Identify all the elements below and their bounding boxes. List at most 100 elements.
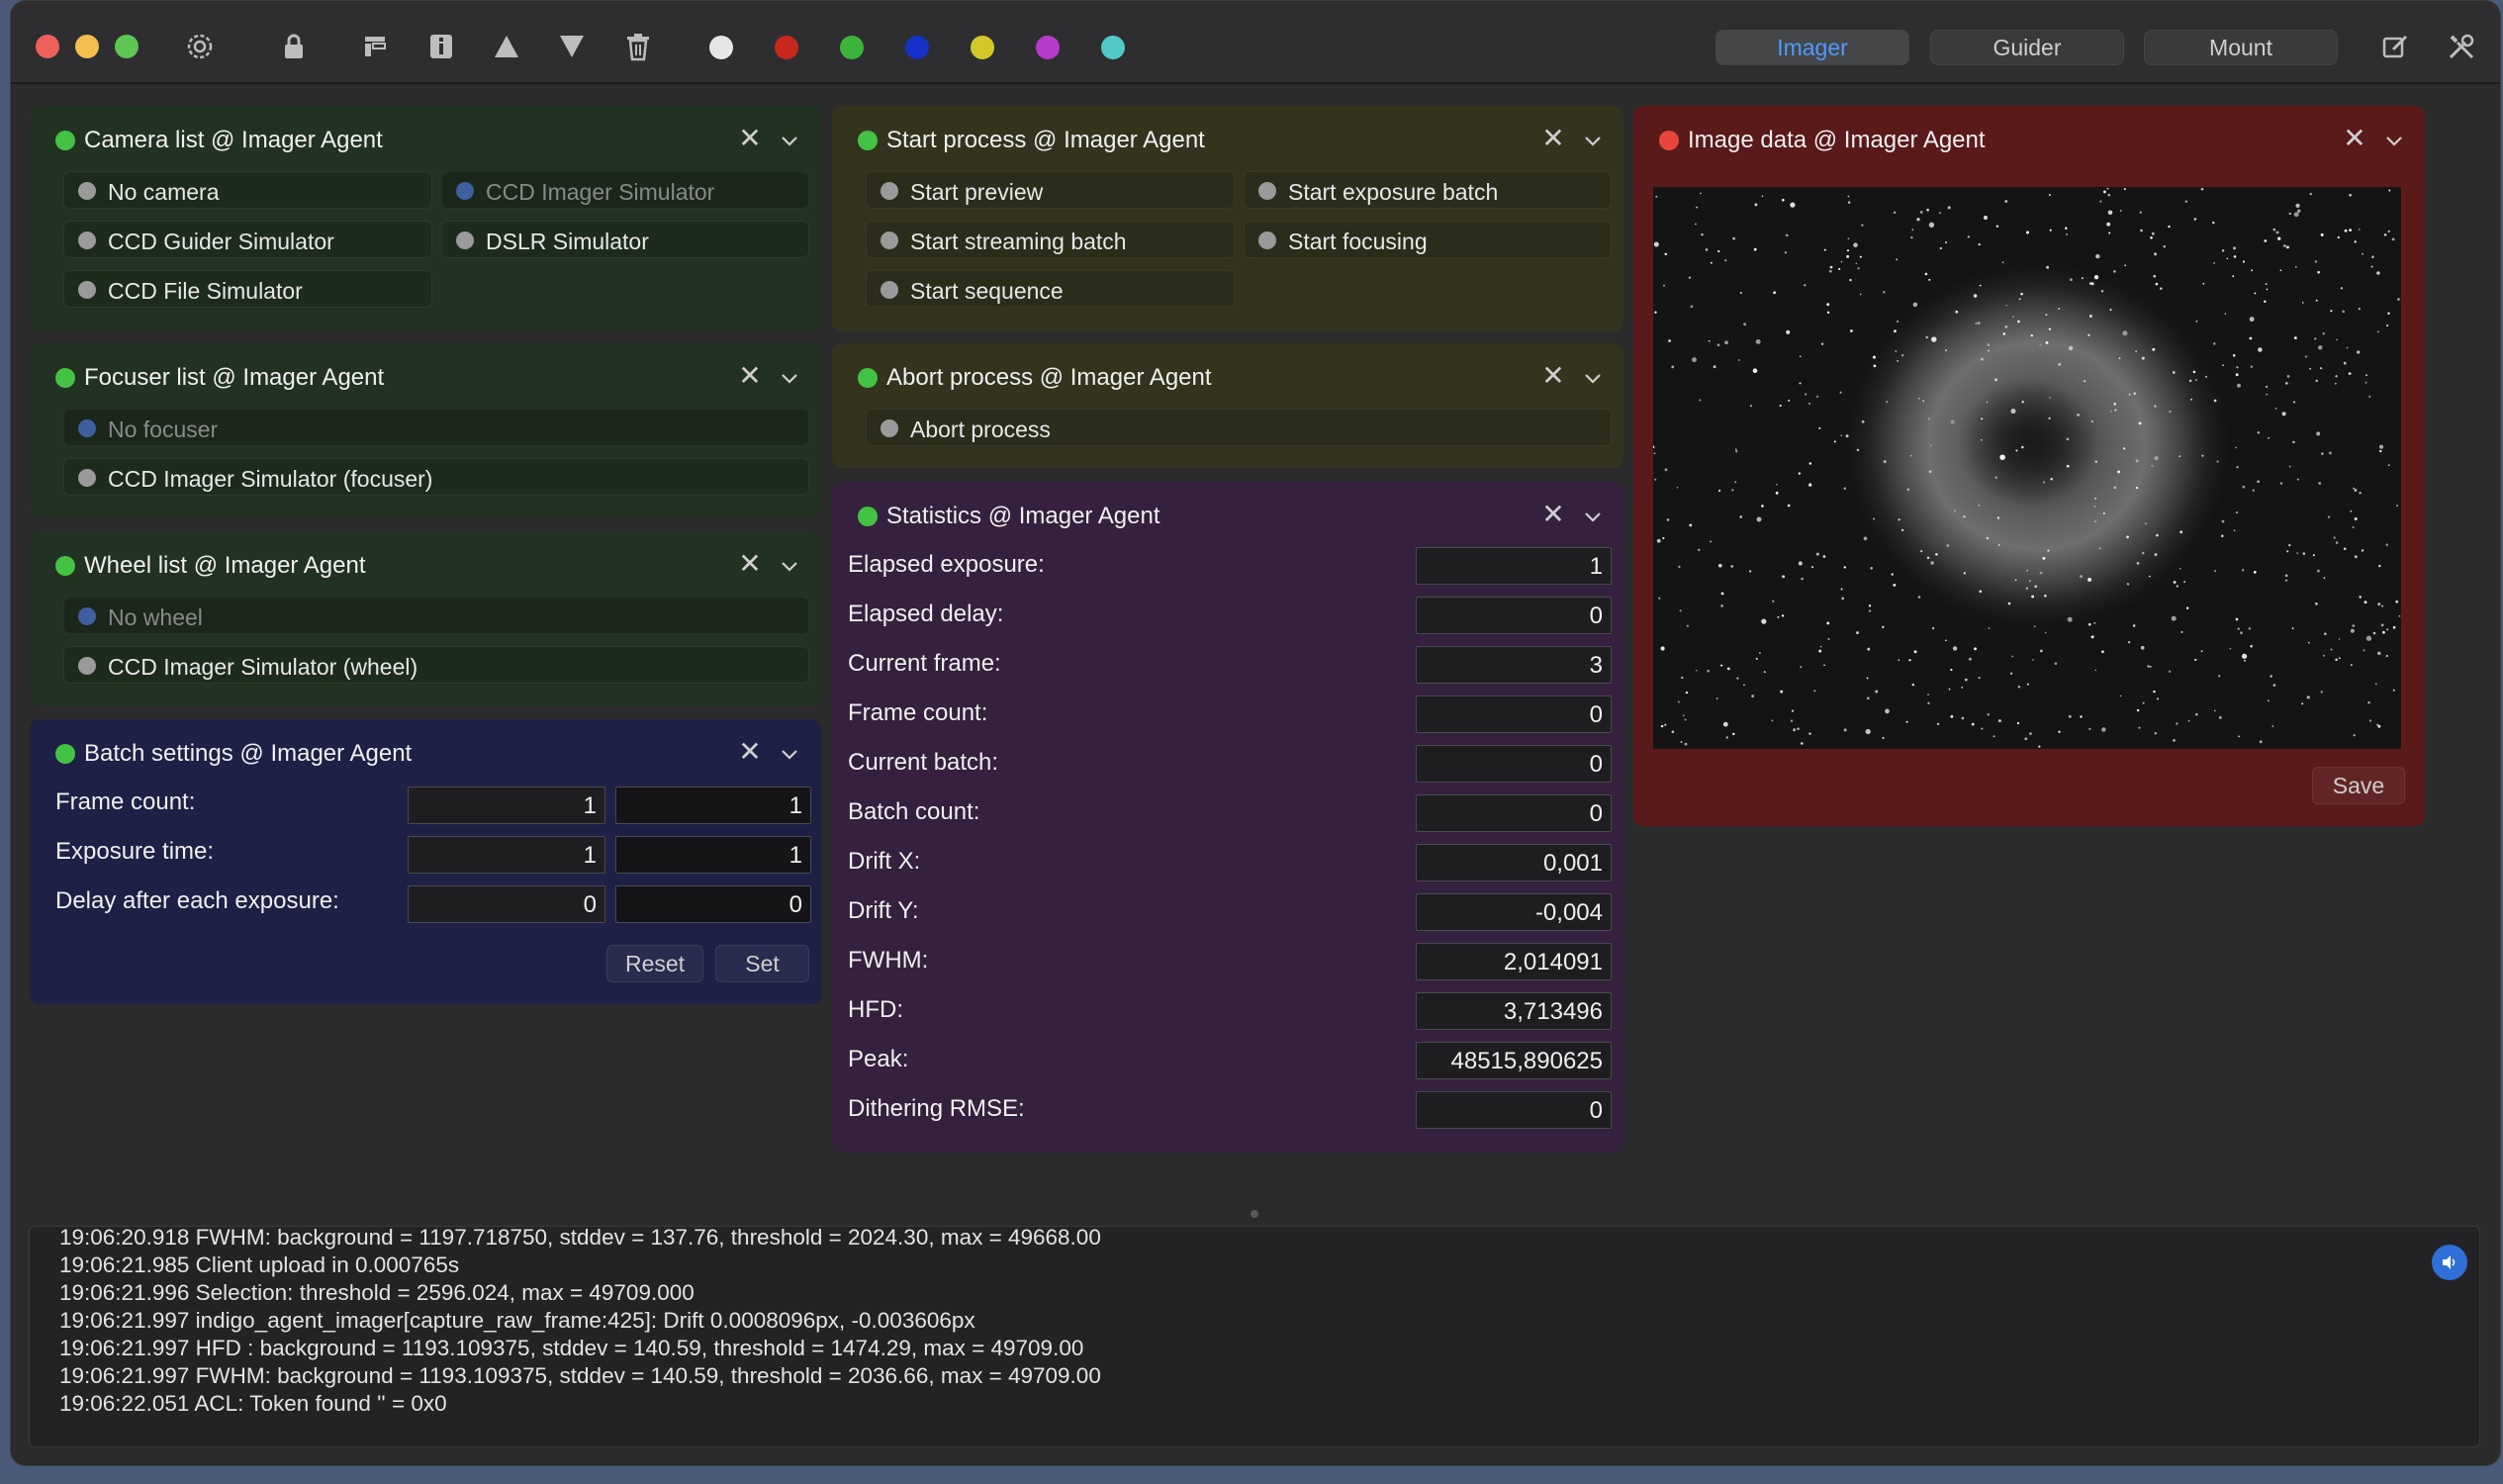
exposure-time-input[interactable]: 1 [615,836,811,874]
radio-selected-icon [78,419,96,437]
radio-icon [881,281,898,299]
chevron-down-icon[interactable] [775,549,804,579]
minimize-window-button[interactable] [75,35,99,58]
camera-item-ccd-imager-simulator[interactable]: CCD Imager Simulator [441,171,809,209]
edit-icon[interactable] [2375,27,2415,66]
start-exposure-batch-button[interactable]: Start exposure batch [1244,171,1612,209]
status-busy-icon [1659,131,1679,150]
frame-count-input[interactable]: 1 [615,787,811,824]
trash-icon[interactable] [618,27,658,66]
delay-value: 0 [408,885,605,923]
panel-title: Batch settings @ Imager Agent [84,740,413,767]
close-icon[interactable]: ✕ [1538,361,1568,391]
abort-process-button[interactable]: Abort process [866,409,1612,446]
radio-selected-icon [78,607,96,625]
close-icon[interactable]: ✕ [735,361,765,391]
color-blue-button[interactable] [905,36,929,59]
stat-label: Elapsed delay: [848,601,1004,627]
stat-value: 2,014091 [1416,943,1612,980]
focuser-item-ccd-imager-simulator[interactable]: CCD Imager Simulator (focuser) [63,458,809,496]
close-icon[interactable]: ✕ [2340,124,2369,153]
start-streaming-batch-button[interactable]: Start streaming batch [866,221,1235,258]
stat-label: Current batch: [848,749,999,776]
log-line: 19:06:22.051 ACL: Token found '' = 0x0 [59,1391,447,1416]
app-window: Imager Guider Mount Camera list @ Imager… [10,0,2501,1466]
tab-mount[interactable]: Mount [2144,30,2338,65]
nebula-image-preview[interactable] [1653,187,2401,749]
camera-item-no-camera[interactable]: No camera [63,171,432,209]
color-green-button[interactable] [840,36,864,59]
camera-item-ccd-file-simulator[interactable]: CCD File Simulator [63,270,432,308]
log-console[interactable]: 19:06:20.918 FWHM: background = 1197.718… [29,1226,2480,1447]
layout-icon[interactable] [355,27,395,66]
color-white-button[interactable] [709,36,733,59]
color-red-button[interactable] [775,36,798,59]
panel-title: Focuser list @ Imager Agent [84,364,385,391]
color-cyan-button[interactable] [1101,36,1125,59]
close-icon[interactable]: ✕ [735,124,765,153]
stat-label: FWHM: [848,947,929,974]
wheel-item-no-wheel[interactable]: No wheel [63,597,809,634]
close-icon[interactable]: ✕ [1538,124,1568,153]
color-magenta-button[interactable] [1036,36,1060,59]
save-image-button[interactable]: Save [2312,767,2405,804]
close-window-button[interactable] [36,35,59,58]
delay-input[interactable]: 0 [615,885,811,923]
chevron-down-icon[interactable] [775,124,804,153]
close-icon[interactable]: ✕ [1538,500,1568,529]
zoom-window-button[interactable] [115,35,139,58]
tools-icon[interactable] [2442,27,2481,66]
panel-title: Statistics @ Imager Agent [886,503,1160,529]
radio-icon [881,419,898,437]
radio-selected-icon [456,182,474,200]
speaker-icon[interactable] [2432,1245,2467,1280]
image-data-panel: Image data @ Imager Agent ✕ Save [1633,106,2425,826]
tab-guider[interactable]: Guider [1930,30,2124,65]
stat-label: Peak: [848,1046,909,1072]
exposure-time-value: 1 [408,836,605,874]
reset-button[interactable]: Reset [606,945,703,982]
close-icon[interactable]: ✕ [735,737,765,767]
status-ok-icon [55,131,75,150]
log-line: 19:06:21.997 HFD : background = 1193.109… [59,1336,1084,1360]
log-line: 19:06:21.996 Selection: threshold = 2596… [59,1280,695,1305]
start-focusing-button[interactable]: Start focusing [1244,221,1612,258]
panel-title: Image data @ Imager Agent [1688,127,1986,153]
focuser-item-no-focuser[interactable]: No focuser [63,409,809,446]
move-down-icon[interactable] [552,27,592,66]
start-preview-button[interactable]: Start preview [866,171,1235,209]
radio-icon [78,469,96,487]
wheel-item-ccd-imager-simulator[interactable]: CCD Imager Simulator (wheel) [63,646,809,684]
info-icon[interactable] [421,27,461,66]
camera-item-ccd-guider-simulator[interactable]: CCD Guider Simulator [63,221,432,258]
close-icon[interactable]: ✕ [735,549,765,579]
set-button[interactable]: Set [715,945,809,982]
stat-label: Current frame: [848,650,1001,677]
chevron-down-icon[interactable] [775,361,804,391]
chevron-down-icon[interactable] [1578,500,1608,529]
camera-list-panel: Camera list @ Imager Agent ✕ No camera C… [30,106,821,331]
tab-imager[interactable]: Imager [1715,30,1909,65]
chevron-down-icon[interactable] [2379,124,2409,153]
abort-process-panel: Abort process @ Imager Agent ✕ Abort pro… [832,343,1623,468]
start-process-panel: Start process @ Imager Agent ✕ Start pre… [832,106,1623,331]
camera-item-dslr-simulator[interactable]: DSLR Simulator [441,221,809,258]
chevron-down-icon[interactable] [1578,124,1608,153]
status-ok-icon [55,368,75,388]
server-settings-icon[interactable] [180,27,220,66]
stat-value: 0 [1416,794,1612,832]
lock-icon[interactable] [274,27,314,66]
color-yellow-button[interactable] [971,36,994,59]
start-sequence-button[interactable]: Start sequence [866,270,1235,308]
panel-title: Camera list @ Imager Agent [84,127,383,153]
frame-count-value: 1 [408,787,605,824]
stat-value: 3,713496 [1416,992,1612,1030]
radio-icon [78,182,96,200]
stat-label: Elapsed exposure: [848,551,1045,578]
chevron-down-icon[interactable] [775,737,804,767]
frame-count-label: Frame count: [55,788,196,815]
splitter-handle[interactable] [1251,1210,1258,1218]
stat-value: 0 [1416,745,1612,783]
move-up-icon[interactable] [487,27,526,66]
chevron-down-icon[interactable] [1578,361,1608,391]
